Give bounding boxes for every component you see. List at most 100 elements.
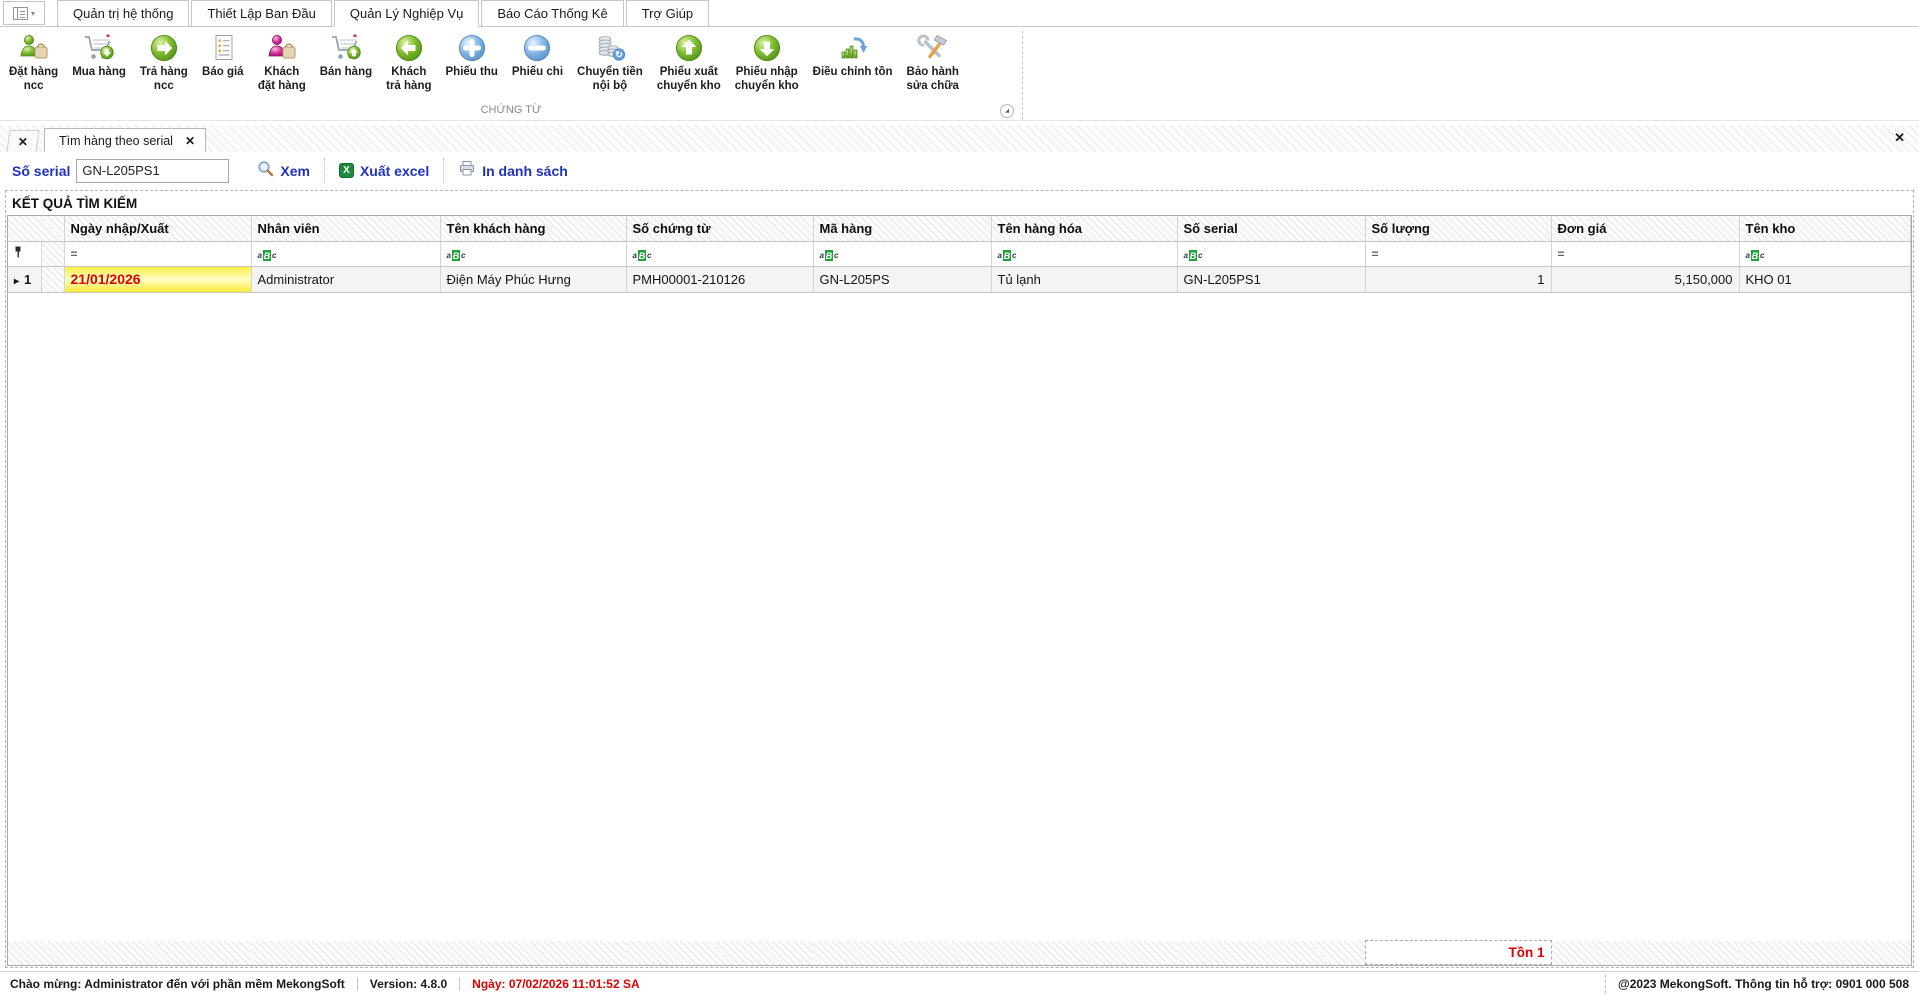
filter-cell-serial[interactable]: aBc (1177, 241, 1366, 267)
ribbon-expand-button[interactable]: ◢ (1000, 104, 1014, 118)
column-header-label: Mã hàng (819, 220, 873, 236)
cell-ten-khach-hang[interactable]: Điện Máy Phúc Hưng (440, 266, 627, 293)
ribbon-item-phieu-chi[interactable]: Phiếu chi (505, 29, 570, 82)
grid-footer-row: Tồn 1 (8, 940, 1911, 965)
warehouse-in-icon (752, 31, 782, 65)
ribbon-item-phieu-xuat-chuyen-kho[interactable]: Phiếu xuất chuyển kho (650, 29, 728, 95)
export-excel-button[interactable]: X Xuất excel (323, 157, 443, 184)
serial-input[interactable] (76, 158, 230, 183)
ribbon-item-label: Bảo hành sửa chữa (906, 66, 959, 92)
filter-cell-ngay[interactable]: = (64, 241, 252, 267)
ribbon-item-label: Điều chỉnh tồn (812, 66, 893, 78)
ribbon-item-phieu-thu[interactable]: Phiếu thu (439, 29, 505, 82)
close-tabstrip-button-right[interactable]: ✕ (1894, 130, 1905, 146)
ribbon-item-mua-hang[interactable]: Mua hàng (65, 29, 133, 82)
ribbon-item-label: Phiếu xuất chuyển kho (656, 66, 721, 92)
ribbon-item-dieu-chinh-ton[interactable]: Điều chỉnh tồn (806, 29, 900, 82)
ribbon-item-phieu-nhap-chuyen-kho[interactable]: Phiếu nhập chuyển kho (728, 29, 806, 95)
search-toolbar: Số serial Xem X Xuất excel In danh sách (0, 152, 1919, 189)
footer-cell-empty (64, 940, 251, 965)
column-header-label: Tên kho (1745, 220, 1796, 236)
print-list-button[interactable]: In danh sách (443, 157, 582, 184)
equals-filter-icon: = (1371, 247, 1379, 261)
column-header-don-gia[interactable]: Đơn giá (1551, 216, 1740, 242)
ribbon-item-chuyen-tien-noi-bo[interactable]: ↻ Chuyển tiền nội bộ (570, 29, 650, 95)
row-indicator-cell[interactable]: ▸ 1 (8, 266, 65, 293)
ribbon-item-bao-hanh-sua-chua[interactable]: Bảo hành sửa chữa (900, 29, 966, 95)
column-header-so-chung-tu[interactable]: Số chứng từ (626, 216, 814, 242)
abc-filter-icon: aBc (1183, 250, 1203, 261)
column-header-so-serial[interactable]: Số serial (1177, 216, 1366, 242)
status-separator (459, 977, 461, 991)
repair-tools-icon (917, 31, 949, 65)
ribbon-item-bao-gia[interactable]: Báo giá (195, 29, 251, 82)
cell-don-gia[interactable]: 5,150,000 (1551, 266, 1740, 293)
close-tab-button-left[interactable]: ✕ (6, 130, 40, 152)
ribbon-group-row: CHỨNG TỪ ◢ (0, 104, 1919, 119)
column-header-so-luong[interactable]: Số lượng (1365, 216, 1552, 242)
menu-bar: ▾ Quản trị hệ thống Thiết Lập Ban Đầu Qu… (0, 0, 1919, 27)
cell-so-serial[interactable]: GN-L205PS1 (1177, 266, 1366, 293)
menu-tab-reports[interactable]: Báo Cáo Thống Kê (481, 0, 624, 27)
filter-cell-chung-tu[interactable]: aBc (626, 241, 814, 267)
caret-down-icon: ▾ (30, 8, 35, 18)
cell-ma-hang[interactable]: GN-L205PS (813, 266, 992, 293)
ribbon-item-dat-hang-ncc[interactable]: Đặt hàng ncc (2, 29, 65, 95)
footer-cell-empty (813, 940, 991, 965)
menu-tab-initial-setup[interactable]: Thiết Lập Ban Đầu (191, 0, 332, 27)
menu-tab-help[interactable]: Trợ Giúp (625, 0, 710, 27)
ribbon-item-label: Phiếu chi (511, 66, 564, 78)
cell-ngay-nhap-xuat[interactable]: 21/01/2026 (64, 266, 252, 293)
close-icon: ✕ (17, 134, 28, 149)
stock-adjust-icon (837, 31, 869, 65)
column-header-ngay-nhap-xuat[interactable]: Ngày nhập/Xuất (64, 216, 252, 242)
filter-row-indicator (8, 241, 65, 267)
footer-cell-empty (8, 940, 64, 965)
cell-nhan-vien[interactable]: Administrator (251, 266, 441, 293)
column-header-nhan-vien[interactable]: Nhân viên (251, 216, 441, 242)
filter-cell-ma-hang[interactable]: aBc (813, 241, 992, 267)
status-separator (356, 977, 358, 991)
tab-tim-hang-theo-serial[interactable]: Tìm hàng theo serial ✕ (44, 128, 207, 152)
row-arrow-icon: ▸ (14, 275, 20, 287)
footer-qty-summary: Tồn 1 (1364, 940, 1552, 965)
layout-icon (12, 6, 28, 20)
filter-cell-khach-hang[interactable]: aBc (440, 241, 627, 267)
ribbon: Đặt hàng ncc Mua hàng Trả hàng ncc Báo g… (0, 27, 1919, 121)
filter-cell-ten-hang[interactable]: aBc (991, 241, 1178, 267)
purchase-cart-icon (82, 31, 116, 65)
ribbon-item-label: Báo giá (202, 66, 244, 78)
column-header-label: Đơn giá (1557, 220, 1607, 236)
column-header-ma-hang[interactable]: Mã hàng (813, 216, 992, 242)
welcome-text: Chào mừng: Administrator đến với phần mề… (10, 977, 345, 991)
ribbon-item-khach-dat-hang[interactable]: Khách đặt hàng (251, 29, 313, 95)
grid-table: Ngày nhập/Xuất Nhân viên Tên khách hàng … (8, 216, 1911, 293)
app-menu-button[interactable]: ▾ (3, 1, 45, 25)
cell-so-luong[interactable]: 1 (1365, 266, 1552, 293)
cell-so-chung-tu[interactable]: PMH00001-210126 (626, 266, 814, 293)
footer-cell-empty (1739, 940, 1911, 965)
column-header-label: Số serial (1183, 220, 1238, 236)
cell-ten-kho[interactable]: KHO 01 (1739, 266, 1911, 293)
filter-cell-ten-kho[interactable]: aBc (1739, 241, 1911, 267)
ribbon-item-khach-tra-hang[interactable]: Khách trả hàng (379, 29, 438, 95)
filter-cell-so-luong[interactable]: = (1365, 241, 1552, 267)
filter-cell-don-gia[interactable]: = (1551, 241, 1740, 267)
cell-ten-hang-hoa[interactable]: Tủ lạnh (991, 266, 1178, 293)
table-row: ▸ 1 21/01/2026 Administrator Điện Máy Phú… (8, 266, 1911, 293)
menu-tab-business-management[interactable]: Quản Lý Nghiệp Vụ (333, 0, 480, 27)
svg-text:↻: ↻ (615, 50, 623, 60)
serial-label: Số serial (12, 162, 71, 179)
ribbon-item-tra-hang-ncc[interactable]: Trả hàng ncc (133, 29, 195, 95)
tab-close-icon[interactable]: ✕ (185, 134, 195, 148)
menu-tab-system-admin[interactable]: Quản trị hệ thống (57, 0, 190, 27)
copyright-text: @2023 MekongSoft. Thông tin hỗ trợ: 0901… (1618, 977, 1909, 991)
view-button[interactable]: Xem (243, 158, 324, 184)
ribbon-item-label: Bán hàng (319, 66, 373, 78)
column-header-ten-hang-hoa[interactable]: Tên hàng hóa (991, 216, 1178, 242)
column-header-ten-khach-hang[interactable]: Tên khách hàng (440, 216, 627, 242)
ribbon-item-ban-hang[interactable]: Bán hàng (313, 29, 379, 82)
column-header-ten-kho[interactable]: Tên kho (1739, 216, 1911, 242)
filter-cell-nhan-vien[interactable]: aBc (251, 241, 441, 267)
expand-arrow-icon: ◢ (1005, 108, 1009, 114)
